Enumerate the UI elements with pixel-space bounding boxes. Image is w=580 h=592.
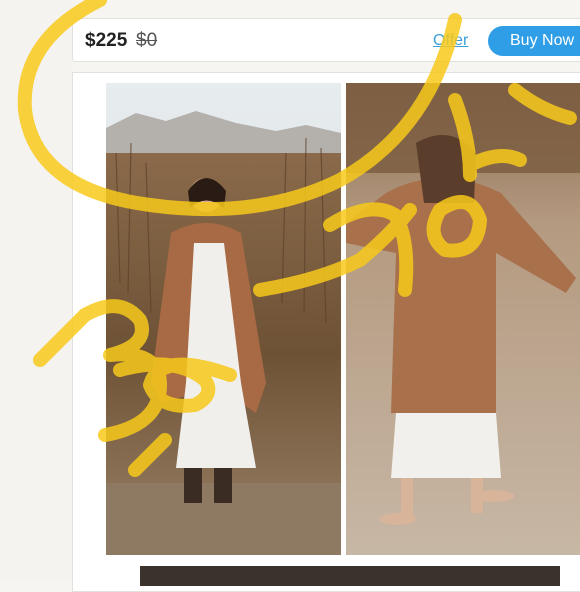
woman-cardigan-standing-photo[interactable] <box>106 83 341 555</box>
buy-now-button[interactable]: Buy Now <box>488 26 580 56</box>
portrait-photo-partial[interactable] <box>140 566 560 586</box>
left-rail <box>0 0 72 580</box>
woman-cardigan-walking-photo[interactable] <box>346 83 580 555</box>
offer-link[interactable]: Offer <box>433 32 468 50</box>
price-bar: $225 $0 Offer Buy Now <box>72 18 580 62</box>
price-original: $0 <box>136 30 158 51</box>
price-current: $225 <box>85 30 128 51</box>
